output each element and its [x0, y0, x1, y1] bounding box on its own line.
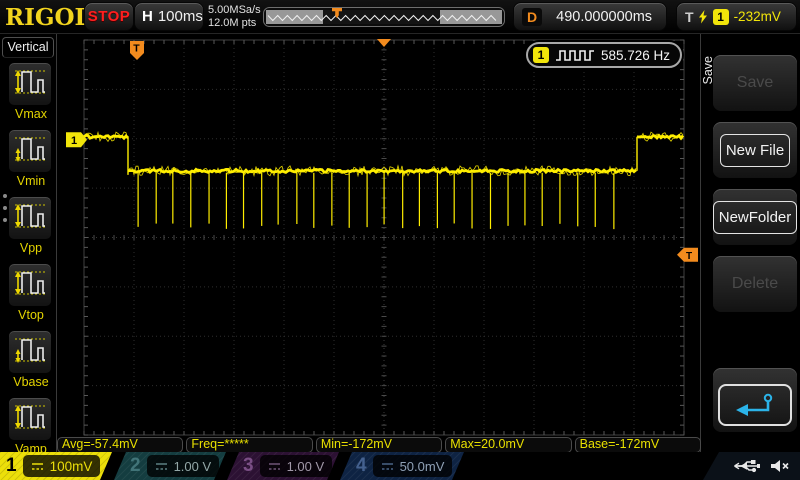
dc-coupling-icon [31, 462, 43, 470]
svg-text:1: 1 [71, 135, 77, 147]
svg-text:T: T [686, 251, 692, 262]
measure-item-vamp[interactable]: Vamp [8, 397, 54, 456]
sample-rate: 5.00MSa/s [208, 4, 261, 16]
measure-item-vpp[interactable]: Vpp [8, 196, 54, 255]
vamp-pulse-icon [12, 400, 48, 439]
trigger-source-badge: 1 [712, 8, 729, 25]
vbase-label: Vbase [13, 375, 49, 389]
channel-4-scale: 50.0mV [399, 458, 445, 474]
measurement-min: Min=-172mV [315, 437, 443, 453]
trigger-label: T [685, 8, 694, 25]
delay-readout[interactable]: D 490.000000ms [513, 2, 667, 31]
dc-coupling-icon [381, 462, 393, 470]
channel-2-scale: 1.00 V [173, 458, 212, 474]
square-wave-icon [556, 49, 594, 61]
save-button[interactable]: Save [713, 55, 797, 111]
usb-icon [734, 460, 760, 473]
new-folder-button[interactable]: NewFolder [712, 189, 798, 245]
trigger-readout[interactable]: T 1 -232mV [676, 2, 797, 31]
memory-depth: 12.0M pts [208, 17, 257, 29]
measure-item-vmin[interactable]: Vmin [8, 129, 54, 188]
scroll-indicator-dot [3, 194, 7, 198]
preview-waveform [263, 7, 505, 27]
measure-item-vtop[interactable]: Vtop [8, 263, 54, 322]
vmin-pulse-icon [12, 132, 48, 171]
channel-1-tab[interactable]: 1 100mV [0, 452, 112, 480]
system-status-icons [703, 452, 800, 480]
timebase-value: 100ms [157, 8, 203, 25]
rigol-logo: RIGOL [5, 4, 91, 31]
delete-button[interactable]: Delete [713, 256, 797, 312]
vpp-label: Vpp [19, 241, 43, 255]
delete-button-label: Delete [731, 275, 779, 292]
scroll-indicator-dot [3, 206, 7, 210]
speaker-muted-icon [771, 460, 789, 472]
run-stop-label: STOP [87, 8, 131, 25]
vtop-label: Vtop [18, 308, 44, 322]
channel-2-tab[interactable]: 2 1.00 V [114, 452, 226, 480]
new-file-button[interactable]: New File [713, 122, 797, 178]
dc-coupling-icon [268, 462, 280, 470]
channel-3-scale: 1.00 V [286, 458, 325, 474]
scroll-indicator-dot [3, 218, 7, 222]
measurement-freq: Freq=***** [186, 437, 313, 453]
waveform-preview-strip[interactable] [263, 7, 505, 27]
trigger-level-value: -232mV [733, 9, 781, 24]
new-folder-button-label: NewFolder [712, 200, 798, 234]
channel-4-tab[interactable]: 4 50.0mV [340, 452, 464, 480]
back-button[interactable] [713, 368, 797, 432]
measurement-results-bar: Avg=-57.4mV Freq=***** Min=-172mV Max=20… [57, 437, 702, 453]
save-button-label: Save [736, 74, 774, 91]
vmax-pulse-icon [12, 65, 48, 104]
run-stop-button[interactable]: STOP [84, 2, 134, 31]
measurement-max: Max=20.0mV [445, 437, 572, 453]
measurement-avg: Avg=-57.4mV [57, 437, 184, 453]
channel-3-number: 3 [243, 455, 254, 476]
horizontal-timebase-control[interactable]: H 100ms [134, 2, 204, 31]
vmax-label: Vmax [15, 107, 47, 121]
acquisition-readout: 5.00MSa/s 12.0M pts [208, 4, 261, 30]
vtop-pulse-icon [12, 266, 48, 305]
vmin-label: Vmin [16, 174, 46, 188]
left-measure-menu: Vertical Vmax Vmin Vpp Vtop Vbase Vamp [0, 34, 57, 456]
top-status-bar: RIGOL STOP H 100ms 5.00MSa/s 12.0M pts D… [0, 0, 800, 34]
channel-1-scale: 100mV [49, 458, 93, 474]
channel-1-number: 1 [6, 455, 17, 476]
measure-item-vbase[interactable]: Vbase [8, 330, 54, 389]
dc-coupling-icon [155, 462, 167, 470]
frequency-counter-badge: 1 585.726 Hz [526, 42, 683, 68]
rising-edge-icon [698, 9, 707, 23]
timebase-label: H [142, 8, 153, 25]
new-file-button-label: New File [719, 133, 791, 167]
counter-value: 585.726 Hz [601, 47, 671, 63]
channel-3-tab[interactable]: 3 1.00 V [227, 452, 339, 480]
vpp-pulse-icon [12, 199, 48, 238]
delay-value: 490.000000ms [556, 8, 653, 25]
svg-text:T: T [133, 43, 140, 55]
return-arrow-icon [736, 393, 773, 416]
measure-item-vmax[interactable]: Vmax [8, 62, 54, 121]
left-menu-title: Vertical [2, 37, 54, 58]
measurement-base: Base=-172mV [574, 437, 702, 453]
vbase-pulse-icon [12, 333, 48, 372]
delay-label: D [522, 7, 543, 26]
counter-source-badge: 1 [533, 47, 549, 63]
right-softkey-menu: Save Save New File NewFolder Delete [700, 34, 800, 452]
channel-status-bar: 1 100mV 2 1.00 V 3 1.00 V 4 50.0mV [0, 452, 800, 480]
scope-graticule-and-trace: 1 T T [66, 39, 698, 436]
channel-2-number: 2 [130, 455, 141, 476]
channel-4-number: 4 [356, 455, 367, 476]
waveform-display-area: 1 T T 1 585.726 Hz [57, 34, 700, 452]
